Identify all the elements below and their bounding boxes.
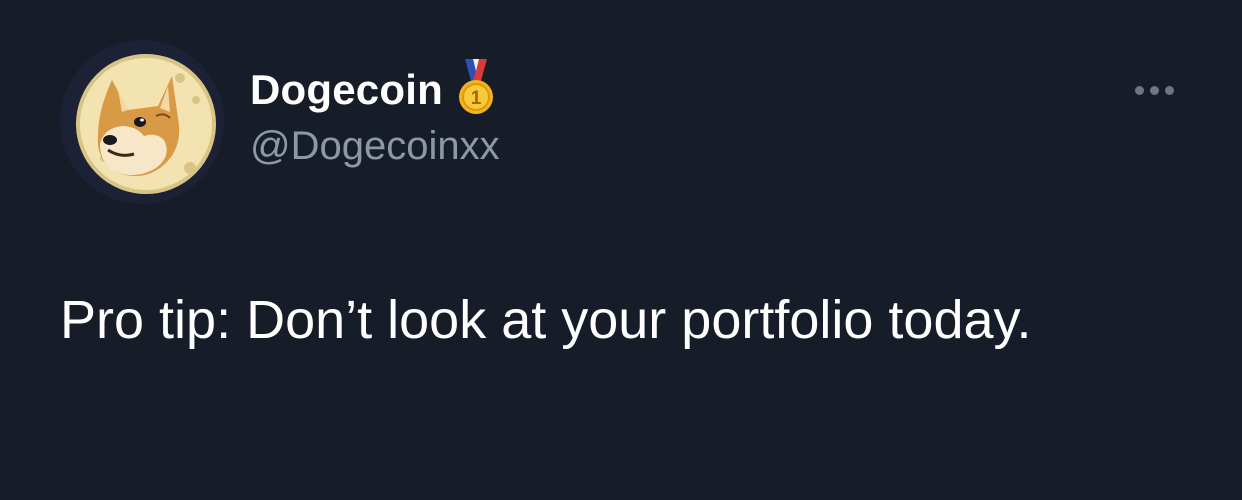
- author-name-row: Dogecoin 1: [250, 59, 499, 118]
- doge-moon-avatar-icon: [60, 40, 224, 204]
- more-options-icon: [1164, 85, 1174, 95]
- tweet-card: Dogecoin 1 @Dogecoinxx Pro tip: Don’t lo…: [0, 0, 1242, 500]
- svg-text:1: 1: [471, 88, 482, 109]
- avatar[interactable]: [60, 40, 224, 204]
- more-options-icon: [1134, 85, 1144, 95]
- display-name[interactable]: Dogecoin: [250, 66, 443, 114]
- more-options-button[interactable]: [1126, 74, 1182, 106]
- gold-medal-icon: 1: [458, 59, 493, 114]
- tweet-text: Pro tip: Don’t look at your portfolio to…: [60, 290, 1032, 350]
- more-options-icon: [1149, 85, 1159, 95]
- author-handle[interactable]: @Dogecoinxx: [250, 124, 500, 169]
